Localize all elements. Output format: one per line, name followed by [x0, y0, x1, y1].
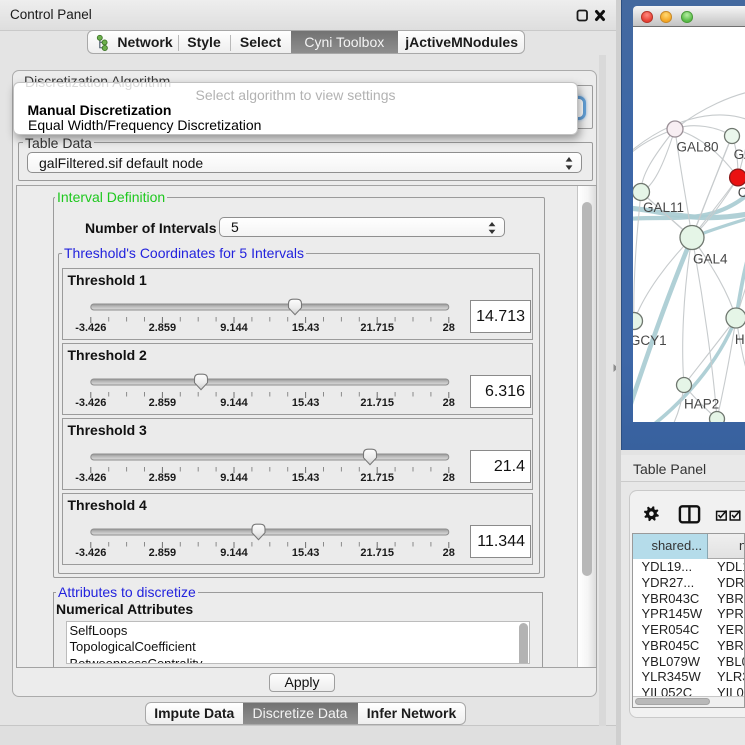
svg-text:GCY1: GCY1 [633, 333, 667, 348]
svg-text:C: C [737, 185, 745, 200]
svg-text:GAL11: GAL11 [643, 200, 684, 215]
svg-text:HIS: HIS [734, 332, 745, 347]
svg-text:HAP2: HAP2 [684, 396, 719, 411]
svg-text:GAL4: GAL4 [693, 251, 728, 266]
svg-text:GAL80: GAL80 [676, 139, 718, 154]
svg-text:GAL: GAL [733, 147, 745, 162]
